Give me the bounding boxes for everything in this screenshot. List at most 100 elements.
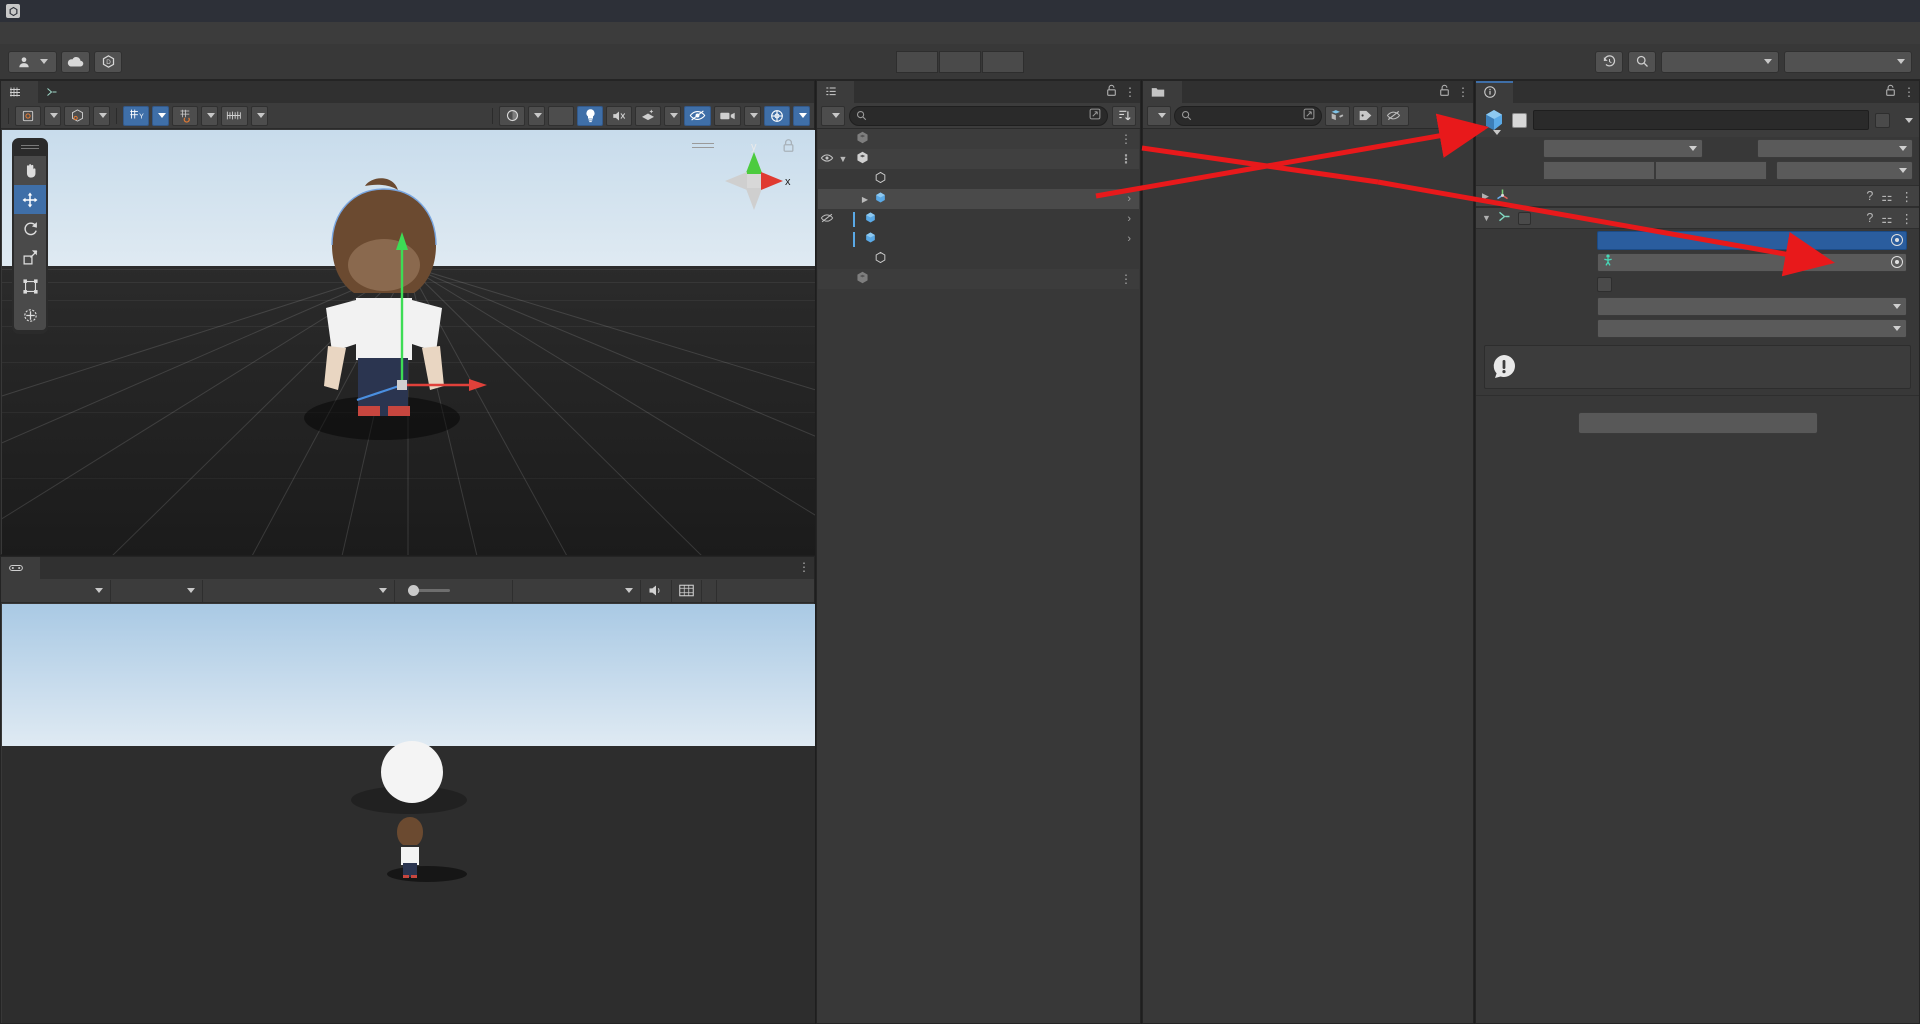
prefab-select-button[interactable] xyxy=(1655,160,1767,180)
list-item[interactable]: › xyxy=(818,209,1139,229)
layer-dropdown[interactable] xyxy=(1757,138,1913,158)
cloud-button[interactable] xyxy=(61,50,90,73)
hierarchy-list[interactable]: ⋮ ▼ ⋮ ▶ › › › ⋮ xyxy=(818,129,1139,1022)
search-button[interactable] xyxy=(1628,50,1656,73)
transform-tool-button[interactable] xyxy=(14,301,46,330)
expand-toggle[interactable]: ▼ xyxy=(836,154,850,164)
expand-toggle[interactable]: ▼ xyxy=(1482,213,1491,223)
display-dropdown[interactable] xyxy=(111,579,203,602)
hierarchy-search-input[interactable] xyxy=(849,105,1108,126)
tab-scene[interactable] xyxy=(1,81,38,103)
list-item[interactable]: › xyxy=(818,229,1139,249)
step-button[interactable] xyxy=(982,50,1024,73)
shading-mode-button[interactable] xyxy=(499,105,525,126)
kebab-icon[interactable]: ⋮ xyxy=(1124,85,1136,99)
stats-frame-button[interactable] xyxy=(672,579,702,602)
scene-visibility-button[interactable] xyxy=(684,105,711,126)
lock-icon[interactable] xyxy=(1439,84,1450,100)
menu-item-gameobject[interactable] xyxy=(60,31,78,35)
help-icon[interactable]: ? xyxy=(1866,189,1873,204)
scene-camera-dropdown[interactable] xyxy=(744,105,761,126)
update-mode-dropdown[interactable] xyxy=(1597,296,1907,316)
scene-viewport[interactable]: y x xyxy=(2,130,815,555)
grid-snap-button[interactable]: Y xyxy=(123,105,149,126)
visibility-toggle[interactable] xyxy=(818,153,836,166)
gameobject-enabled-checkbox[interactable] xyxy=(1512,112,1527,128)
menu-item-file[interactable] xyxy=(6,31,24,35)
tab-inspector[interactable] xyxy=(1476,81,1513,103)
kebab-icon[interactable]: ⋮ xyxy=(1120,272,1133,286)
snap-increment-button[interactable] xyxy=(172,105,198,126)
add-gameobject-button[interactable] xyxy=(821,105,845,126)
kebab-icon[interactable]: ⋮ xyxy=(798,560,810,574)
effects-dropdown[interactable] xyxy=(664,105,681,126)
slider-knob[interactable] xyxy=(408,585,419,596)
project-list[interactable] xyxy=(1144,129,1472,1022)
game-viewport[interactable] xyxy=(2,604,815,1023)
kebab-icon[interactable]: ⋮ xyxy=(1901,211,1914,226)
hidden-assets-count[interactable] xyxy=(1381,105,1409,126)
palette-grip[interactable] xyxy=(21,145,39,152)
chevron-right-icon[interactable]: › xyxy=(1127,233,1131,245)
scale-tool-button[interactable] xyxy=(14,243,46,272)
chevron-down-icon[interactable] xyxy=(1905,117,1913,123)
preset-icon[interactable]: ⚏ xyxy=(1881,189,1892,204)
menu-item-component[interactable] xyxy=(78,31,96,35)
object-picker-icon[interactable] xyxy=(1891,256,1903,268)
menu-item-edit[interactable] xyxy=(24,31,42,35)
tab-hierarchy[interactable] xyxy=(817,81,854,103)
gameobject-name-field[interactable] xyxy=(1533,110,1869,130)
create-asset-button[interactable] xyxy=(1147,105,1171,126)
gizmos-toggle-button[interactable] xyxy=(764,105,790,126)
kebab-icon[interactable]: ⋮ xyxy=(1457,85,1469,99)
prefab-open-button[interactable] xyxy=(1543,160,1655,180)
move-gizmo[interactable] xyxy=(317,200,487,430)
tab-game[interactable] xyxy=(1,557,40,579)
move-tool-button[interactable] xyxy=(14,185,46,214)
gizmos-dropdown[interactable] xyxy=(793,105,810,126)
filter-by-type-button[interactable] xyxy=(1325,105,1350,126)
layers-dropdown[interactable] xyxy=(1661,50,1779,73)
close-button[interactable] xyxy=(1874,0,1920,22)
snap-increment-dropdown[interactable] xyxy=(201,105,218,126)
filter-by-label-button[interactable] xyxy=(1353,105,1378,126)
game-mode-dropdown[interactable] xyxy=(1,579,111,602)
save-search-icon[interactable] xyxy=(1303,108,1315,123)
undo-history-button[interactable] xyxy=(1595,50,1623,73)
account-button[interactable] xyxy=(8,50,57,73)
list-item[interactable]: ▼ ⋮ xyxy=(818,149,1139,169)
pivot-dropdown[interactable] xyxy=(44,105,61,126)
preset-icon[interactable]: ⚏ xyxy=(1881,211,1892,226)
lock-icon[interactable] xyxy=(1106,84,1117,100)
help-icon[interactable]: ? xyxy=(1866,211,1873,226)
tag-dropdown[interactable] xyxy=(1543,138,1703,158)
scale-control[interactable] xyxy=(395,579,513,602)
expand-toggle[interactable]: ▶ xyxy=(1482,191,1489,202)
kebab-icon[interactable]: ⋮ xyxy=(1903,85,1915,99)
save-search-icon[interactable] xyxy=(1089,108,1101,123)
kebab-icon[interactable]: ⋮ xyxy=(1120,132,1133,146)
hand-tool-button[interactable] xyxy=(14,156,46,185)
chevron-down-icon[interactable] xyxy=(1493,130,1501,135)
pause-button[interactable] xyxy=(939,50,981,73)
layout-snap-button[interactable] xyxy=(221,105,248,126)
maximize-button[interactable] xyxy=(1828,0,1874,22)
menu-item-help[interactable] xyxy=(150,31,168,35)
layout-snap-dropdown[interactable] xyxy=(251,105,268,126)
add-component-button[interactable] xyxy=(1577,412,1818,434)
layout-dropdown[interactable] xyxy=(1784,50,1912,73)
controller-object-field[interactable] xyxy=(1597,230,1907,250)
grid-snap-dropdown[interactable] xyxy=(152,105,169,126)
tab-animator[interactable] xyxy=(38,81,75,103)
list-item[interactable] xyxy=(818,249,1139,269)
avatar-object-field[interactable] xyxy=(1597,252,1907,272)
tab-project[interactable] xyxy=(1143,81,1182,103)
stats-button[interactable] xyxy=(702,579,717,602)
services-button[interactable]: D xyxy=(94,50,122,73)
static-checkbox[interactable] xyxy=(1875,112,1890,128)
play-button[interactable] xyxy=(896,50,938,73)
handle-space-button[interactable] xyxy=(64,105,90,126)
scene-camera-button[interactable] xyxy=(714,105,741,126)
menu-item-assets[interactable] xyxy=(42,31,60,35)
2d-toggle-button[interactable] xyxy=(548,105,574,126)
